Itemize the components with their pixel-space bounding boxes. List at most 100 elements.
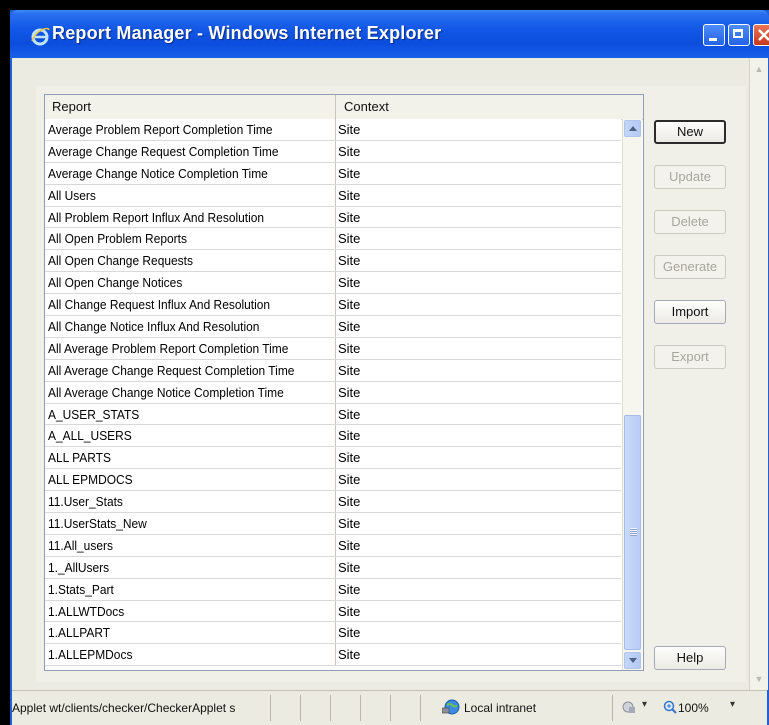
context-cell: Site <box>338 406 361 422</box>
scroll-down-icon[interactable] <box>624 652 641 669</box>
security-zone: Local intranet <box>464 701 537 715</box>
column-header-context[interactable]: Context <box>344 99 389 114</box>
table-row[interactable]: All Problem Report Influx And Resolution… <box>45 206 621 229</box>
table-row[interactable]: All Users Site <box>45 184 621 207</box>
new-button[interactable]: New <box>654 120 726 144</box>
chevron-down-icon[interactable]: ▾ <box>642 699 647 710</box>
delete-button[interactable]: Delete <box>654 210 726 234</box>
protected-mode-icon[interactable] <box>622 700 636 714</box>
table-row[interactable]: All Average Problem Report Completion Ti… <box>45 337 621 360</box>
context-cell: Site <box>338 603 361 619</box>
table-row[interactable]: 1._AllUsers Site <box>45 556 621 579</box>
table-row[interactable]: 11.User_Stats Site <box>45 491 621 514</box>
context-cell: Site <box>338 450 361 466</box>
zoom-magnifier-icon[interactable] <box>663 700 677 714</box>
export-button[interactable]: Export <box>654 345 726 369</box>
column-divider[interactable] <box>335 95 336 119</box>
status-divider <box>360 695 361 721</box>
report-name-cell: Average Change Notice Completion Time <box>48 165 268 181</box>
context-cell: Site <box>338 165 361 181</box>
report-name-cell: 11.UserStats_New <box>48 516 147 532</box>
report-name-cell: All Average Problem Report Completion Ti… <box>48 340 289 356</box>
table-row[interactable]: 11.All_users Site <box>45 534 621 557</box>
import-button[interactable]: Import <box>654 300 726 324</box>
scroll-up-icon[interactable] <box>624 120 641 137</box>
report-name-cell: Average Problem Report Completion Time <box>48 122 273 137</box>
table-row[interactable]: All Change Notice Influx And Resolution S… <box>45 316 621 338</box>
report-name-cell: All Problem Report Influx And Resolution <box>48 209 265 225</box>
table-row[interactable]: A_ALL_USERS Site <box>45 425 621 448</box>
status-divider <box>390 695 391 721</box>
scroll-thumb[interactable] <box>624 415 641 650</box>
status-divider <box>270 695 271 721</box>
table-row[interactable]: 1.ALLWTDocs Site <box>45 600 621 623</box>
table-row[interactable]: Average Change Notice Completion Time Sit… <box>45 162 621 185</box>
report-name-cell: 1.Stats_Part <box>48 581 114 597</box>
report-name-cell: 1._AllUsers <box>48 559 110 575</box>
table-row[interactable]: All Change Request Influx And Resolution… <box>45 294 621 317</box>
status-bar: Applet wt/clients/checker/CheckerApplet … <box>12 690 767 725</box>
context-cell: Site <box>338 231 361 247</box>
status-divider <box>330 695 331 721</box>
report-table: Report Context Average Problem Report Co… <box>44 94 644 671</box>
table-scrollbar[interactable] <box>622 119 642 670</box>
minimize-icon[interactable] <box>703 24 725 46</box>
report-name-cell: All Open Problem Reports <box>48 231 187 247</box>
window-title: Report Manager - Windows Internet Explor… <box>52 23 442 43</box>
grip-icon <box>630 528 637 536</box>
table-row[interactable]: ALL EPMDOCS Site <box>45 469 621 492</box>
column-header-report[interactable]: Report <box>52 99 91 114</box>
table-row[interactable]: Average Problem Report Completion Time Si… <box>45 119 621 141</box>
report-name-cell: All Change Request Influx And Resolution <box>48 297 271 313</box>
table-header: Report Context <box>45 95 643 120</box>
context-cell: Site <box>338 253 361 269</box>
help-button[interactable]: Help <box>654 646 726 670</box>
context-cell: Site <box>338 647 361 663</box>
report-name-cell: 1.ALLWTDocs <box>48 603 125 619</box>
status-divider <box>300 695 301 721</box>
table-row[interactable]: All Open Change Requests Site <box>45 250 621 273</box>
table-row[interactable]: 1.ALLPART Site <box>45 622 621 645</box>
report-name-cell: 11.All_users <box>48 537 113 553</box>
table-row[interactable]: 11.UserStats_New Site <box>45 513 621 535</box>
context-cell: Site <box>338 340 361 356</box>
update-button[interactable]: Update <box>654 165 726 189</box>
table-row[interactable]: All Average Change Request Completion Ti… <box>45 359 621 382</box>
context-cell: Site <box>338 559 361 575</box>
context-cell: Site <box>338 428 361 444</box>
table-row[interactable]: All Open Problem Reports Site <box>45 228 621 251</box>
generate-button[interactable]: Generate <box>654 255 726 279</box>
scroll-down-icon[interactable]: ▼ <box>752 672 766 686</box>
maximize-icon[interactable] <box>728 24 750 46</box>
context-cell: Site <box>338 516 361 532</box>
zoom-level[interactable]: 100% <box>678 701 709 715</box>
report-name-cell: A_ALL_USERS <box>48 428 132 444</box>
table-row[interactable]: 1.Stats_Part Site <box>45 578 621 601</box>
context-cell: Site <box>338 625 361 641</box>
chevron-down-icon[interactable]: ▾ <box>730 699 735 710</box>
report-name-cell: ALL EPMDOCS <box>48 472 133 488</box>
page-area: Report Context Average Problem Report Co… <box>12 58 768 690</box>
table-row[interactable]: All Average Change Notice Completion Tim… <box>45 381 621 404</box>
table-row[interactable]: A_USER_STATS Site <box>45 403 621 426</box>
status-divider <box>420 695 421 721</box>
report-name-cell: All Open Change Requests <box>48 253 193 269</box>
report-name-cell: A_USER_STATS <box>48 406 140 422</box>
close-icon[interactable] <box>753 24 769 46</box>
report-manager-panel: Report Context Average Problem Report Co… <box>36 86 746 682</box>
scroll-up-icon[interactable]: ▲ <box>752 62 766 76</box>
report-name-cell: 1.ALLPART <box>48 625 111 641</box>
table-row[interactable]: ALL PARTS Site <box>45 447 621 470</box>
report-name-cell: 1.ALLEPMDocs <box>48 647 133 663</box>
report-name-cell: 11.User_Stats <box>48 494 123 510</box>
table-row[interactable]: All Open Change Notices Site <box>45 272 621 295</box>
table-row[interactable]: 1.ALLEPMDocs Site <box>45 644 621 667</box>
status-divider <box>612 695 613 721</box>
context-cell: Site <box>338 187 361 203</box>
report-name-cell: All Users <box>48 187 96 203</box>
status-message: Applet wt/clients/checker/CheckerApplet … <box>12 701 236 715</box>
page-scrollbar[interactable]: ▲ ▼ <box>749 58 768 690</box>
title-bar[interactable]: Report Manager - Windows Internet Explor… <box>10 10 769 58</box>
context-cell: Site <box>338 209 361 225</box>
table-row[interactable]: Average Change Request Completion Time Si… <box>45 140 621 163</box>
